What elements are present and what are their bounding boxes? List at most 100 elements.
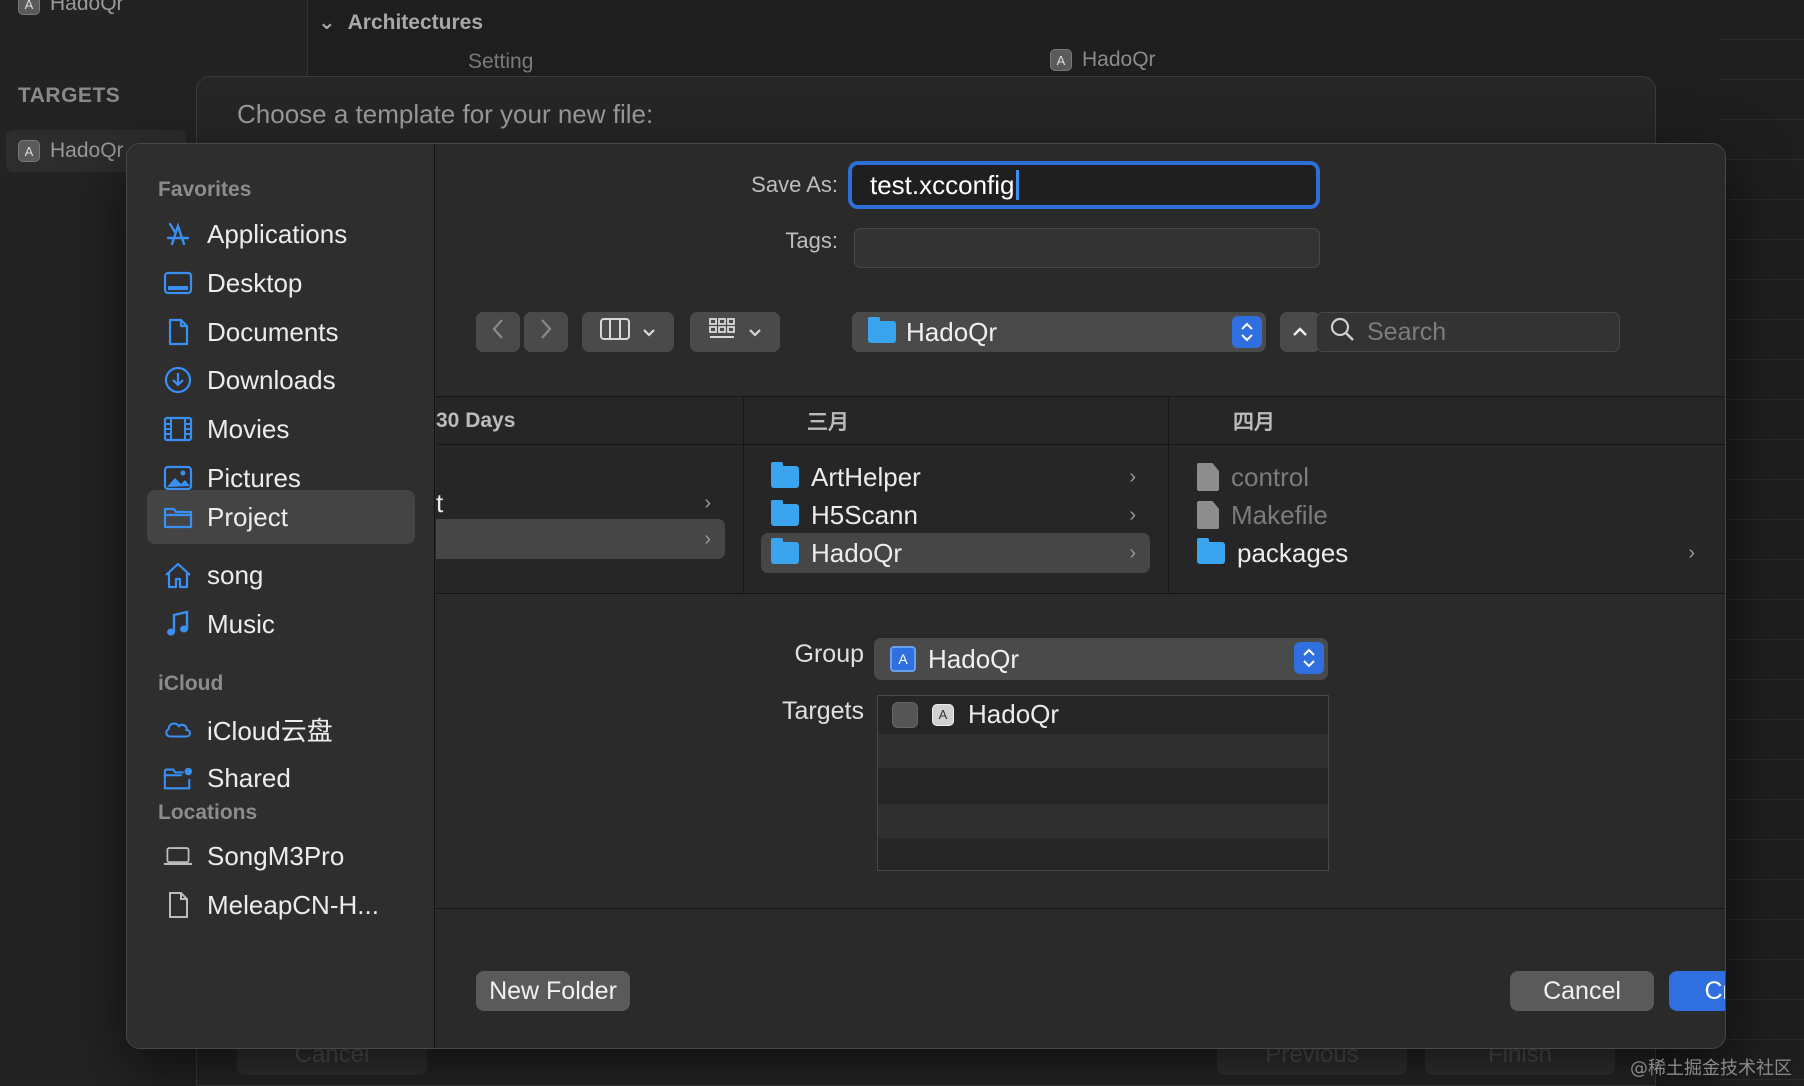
- project-item-label: HadoQr: [50, 0, 124, 15]
- target-item-label: HadoQr: [50, 139, 124, 162]
- app-target-icon: A: [18, 140, 40, 162]
- cancel-button[interactable]: Cancel: [1510, 971, 1654, 1011]
- file-icon: [1197, 501, 1219, 529]
- project-item[interactable]: A HadoQr: [18, 0, 124, 16]
- sidebar-item-desktop[interactable]: Desktop: [147, 256, 415, 310]
- popup-stepper-icon: [1232, 316, 1262, 348]
- sidebar-item-label: song: [207, 559, 264, 590]
- view-mode-button[interactable]: [582, 312, 674, 352]
- sidebar-item-label: iCloud云盘: [207, 715, 333, 746]
- sidebar-item-song[interactable]: song: [147, 548, 415, 602]
- sidebar-item-project[interactable]: Project: [147, 490, 415, 544]
- sidebar-item-icloud-drive[interactable]: iCloud云盘: [147, 702, 415, 756]
- target-column-label: HadoQr: [1082, 48, 1156, 71]
- new-folder-button[interactable]: New Folder: [476, 971, 630, 1011]
- location-popup[interactable]: HadoQr: [852, 312, 1266, 352]
- sidebar-item-songm3pro[interactable]: SongM3Pro: [147, 829, 415, 883]
- movies-icon: [163, 414, 193, 444]
- setting-column-header: Setting: [468, 50, 534, 73]
- chevron-up-icon: [1292, 321, 1308, 344]
- browser-row-selected[interactable]: ›: [436, 519, 725, 559]
- browser-row-hadoqr[interactable]: HadoQr ›: [761, 533, 1150, 573]
- row-label: t: [436, 487, 444, 518]
- sidebar: Favorites Applications Desktop Documents…: [127, 144, 435, 1048]
- chevron-right-icon: [539, 318, 553, 346]
- document-icon: [163, 317, 193, 347]
- folder-icon: [771, 500, 799, 526]
- folder-icon: [868, 317, 896, 343]
- browser-row-arthelper[interactable]: ArtHelper ›: [761, 457, 1150, 497]
- sidebar-item-label: MeleapCN-H...: [207, 889, 379, 920]
- watermark: @稀土掘金技术社区: [1630, 1058, 1792, 1079]
- downloads-icon: [163, 365, 193, 395]
- cloud-icon: [163, 714, 193, 744]
- row-label: HadoQr: [811, 537, 903, 568]
- sidebar-item-label: Pictures: [207, 462, 301, 493]
- chevron-right-icon: ›: [1129, 503, 1136, 526]
- row-label: H5Scann: [811, 499, 918, 530]
- save-as-field[interactable]: test.xcconfig: [848, 161, 1320, 209]
- row-label: control: [1231, 461, 1310, 492]
- create-button[interactable]: Create: [1669, 971, 1725, 1011]
- target-checkbox[interactable]: [892, 701, 918, 728]
- sidebar-item-downloads[interactable]: Downloads: [147, 353, 415, 407]
- chevron-right-icon: ›: [1688, 541, 1695, 564]
- desktop-icon: [163, 268, 193, 298]
- applications-icon: [163, 219, 193, 249]
- section-title: Architectures: [347, 10, 483, 34]
- sidebar-item-label: Movies: [207, 413, 290, 444]
- save-as-value: test.xcconfig: [870, 169, 1015, 200]
- chevron-left-icon: [491, 318, 505, 346]
- save-as-label: Save As:: [751, 172, 838, 197]
- targets-header: TARGETS: [18, 84, 121, 107]
- group-popup[interactable]: A HadoQr: [874, 638, 1328, 680]
- sidebar-item-meleapcn[interactable]: MeleapCN-H...: [147, 878, 415, 932]
- empty-row: [878, 734, 1328, 769]
- browser-row[interactable]: t ›: [436, 483, 725, 523]
- sidebar-item-music[interactable]: Music: [147, 597, 415, 651]
- sidebar-item-documents[interactable]: Documents: [147, 305, 415, 359]
- search-placeholder: Search: [1367, 317, 1447, 346]
- favorites-header: Favorites: [158, 178, 252, 201]
- chevron-right-icon: ›: [1129, 541, 1136, 564]
- app-target-icon: A: [1050, 49, 1072, 71]
- forward-button[interactable]: [524, 312, 568, 352]
- column-header: 三月: [743, 397, 1168, 445]
- browser-row-control[interactable]: control: [1187, 457, 1709, 497]
- row-label: Makefile: [1231, 499, 1328, 530]
- folder-icon: [771, 538, 799, 564]
- targets-list: A HadoQr: [877, 695, 1329, 874]
- targets-label: Targets: [782, 697, 864, 725]
- sidebar-item-shared[interactable]: Shared: [147, 751, 415, 805]
- file-icon: [1197, 463, 1219, 491]
- folder-icon: [1197, 538, 1225, 564]
- columns-view-icon: [600, 318, 630, 346]
- target-row[interactable]: A HadoQr: [878, 696, 1328, 734]
- column-header: 30 Days: [436, 397, 743, 445]
- collapse-button[interactable]: [1280, 312, 1320, 352]
- search-input[interactable]: Search: [1316, 312, 1620, 352]
- group-by-button[interactable]: [690, 312, 780, 352]
- settings-rows: [1720, 0, 1804, 1086]
- app-target-icon: A: [18, 0, 40, 15]
- browser-row-h5scann[interactable]: H5Scann ›: [761, 495, 1150, 535]
- tags-label: Tags:: [785, 228, 838, 253]
- browser-row-packages[interactable]: packages ›: [1187, 533, 1709, 573]
- sidebar-item-label: Applications: [207, 218, 348, 249]
- browser-column-1: 30 Days t › ›: [436, 397, 744, 593]
- sidebar-item-movies[interactable]: Movies: [147, 402, 415, 456]
- browser-row-makefile[interactable]: Makefile: [1187, 495, 1709, 535]
- sidebar-item-label: Desktop: [207, 267, 303, 298]
- sidebar-item-applications[interactable]: Applications: [147, 207, 415, 261]
- back-button[interactable]: [476, 312, 520, 352]
- icloud-header: iCloud: [158, 672, 224, 695]
- architectures-section[interactable]: ⌄ Architectures: [318, 10, 483, 35]
- folder-icon: [771, 462, 799, 488]
- chevron-right-icon: ›: [704, 491, 711, 514]
- tags-field[interactable]: [854, 228, 1320, 268]
- sidebar-item-label: SongM3Pro: [207, 840, 345, 871]
- chevron-down-icon: [748, 321, 762, 344]
- column-header: 四月: [1169, 397, 1725, 445]
- column-browser: 30 Days t › › 三月 ArtHelper › H5Scann › H…: [436, 396, 1725, 594]
- locations-header: Locations: [158, 801, 258, 824]
